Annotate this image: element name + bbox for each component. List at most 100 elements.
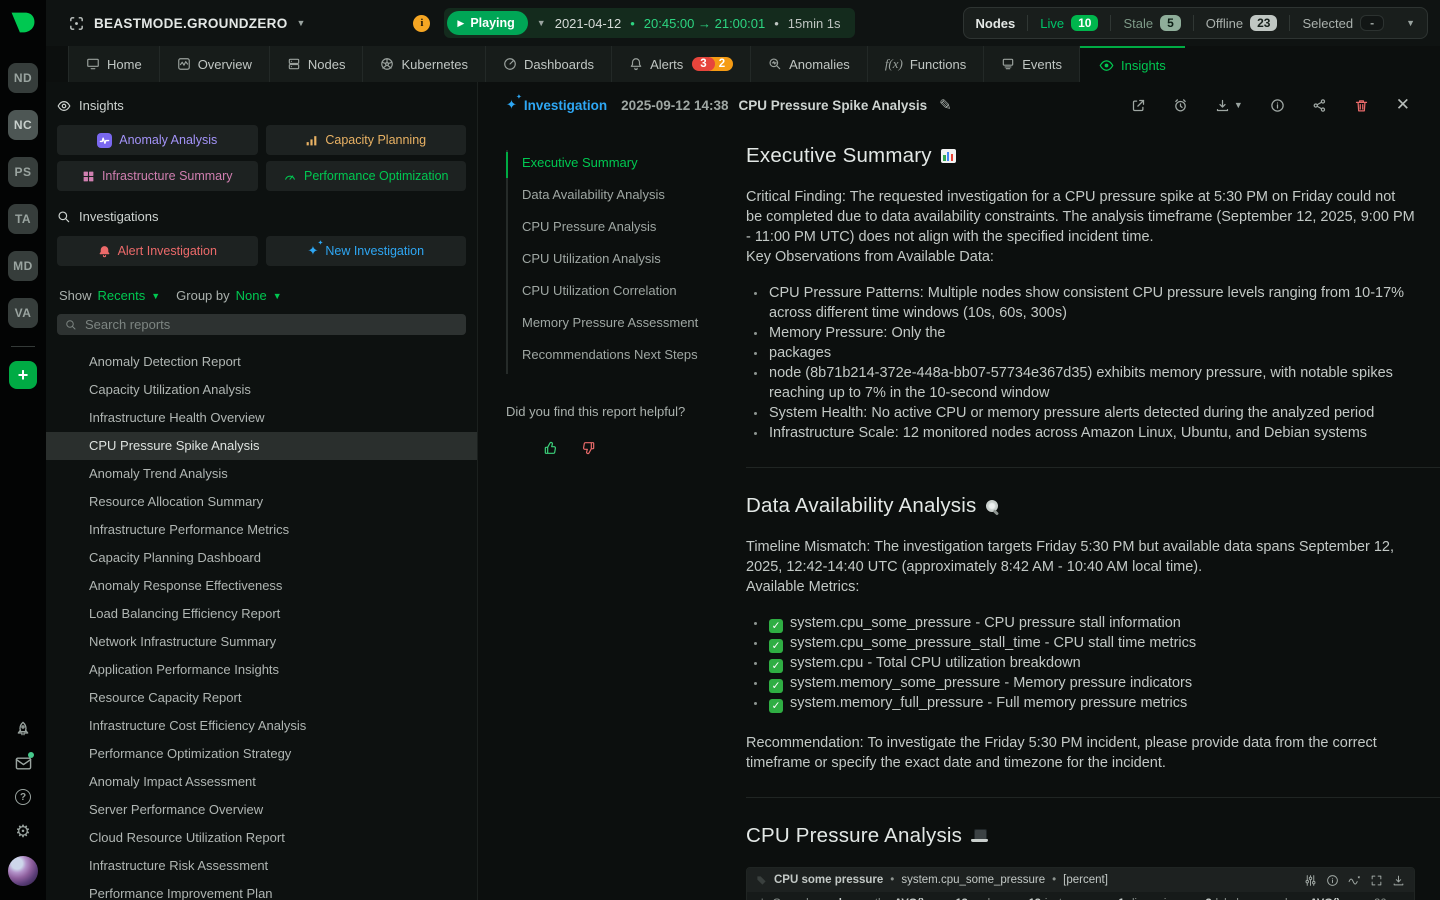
show-chevron-icon[interactable]: ▼ xyxy=(151,291,160,301)
netdata-logo[interactable] xyxy=(0,0,46,46)
help-icon[interactable]: ? xyxy=(14,788,32,806)
feedback-mail-icon[interactable] xyxy=(14,754,32,772)
add-workspace-button[interactable]: + xyxy=(9,361,37,389)
search-reports-box[interactable] xyxy=(57,314,466,335)
settings-gear-icon[interactable]: ⚙ xyxy=(14,822,32,840)
workspace-button[interactable]: NC xyxy=(8,110,38,140)
delete-trash-icon[interactable] xyxy=(1354,98,1369,113)
report-list-item[interactable]: Anomaly Response Effectiveness xyxy=(46,572,477,600)
cpu-pressure-heading: CPU Pressure Analysis xyxy=(746,824,1415,848)
workspace-button[interactable]: VA xyxy=(8,298,38,328)
capacity-planning-button[interactable]: Capacity Planning xyxy=(266,125,467,155)
performance-optimization-button[interactable]: Performance Optimization xyxy=(266,161,467,191)
nodes-chevron-icon[interactable]: ▼ xyxy=(1406,18,1415,28)
user-avatar[interactable] xyxy=(8,856,38,886)
thumbs-up-icon[interactable] xyxy=(543,439,559,457)
anomaly-analysis-button[interactable]: Anomaly Analysis xyxy=(57,125,258,155)
nodes-summary[interactable]: Nodes Live 10 Stale 5 Offline 23 Selecte… xyxy=(963,7,1429,39)
workspace-button[interactable]: PS xyxy=(8,157,38,187)
tab-anomalies[interactable]: Anomalies xyxy=(751,46,868,82)
info-icon[interactable] xyxy=(1270,98,1285,113)
dashboards-icon xyxy=(503,57,517,71)
share-icon[interactable] xyxy=(1312,98,1327,113)
report-list-item[interactable]: Infrastructure Cost Efficiency Analysis xyxy=(46,712,477,740)
show-value-dropdown[interactable]: Recents xyxy=(98,288,146,303)
nodes-summary-item[interactable]: Live 10 xyxy=(1027,15,1110,31)
tab-dashboards[interactable]: Dashboards xyxy=(486,46,612,82)
toc-item[interactable]: CPU Utilization Correlation xyxy=(508,278,746,310)
report-list-item[interactable]: Infrastructure Health Overview xyxy=(46,404,477,432)
report-list-item[interactable]: Resource Capacity Report xyxy=(46,684,477,712)
tab-nodes[interactable]: Nodes xyxy=(270,46,364,82)
toc-item[interactable]: Executive Summary xyxy=(508,150,746,182)
chart-info-icon[interactable] xyxy=(1326,874,1339,887)
investigations-magnifier-icon xyxy=(57,210,71,224)
toc-item[interactable]: Data Availability Analysis xyxy=(508,182,746,214)
group-by-value-dropdown[interactable]: None xyxy=(236,288,267,303)
rocket-icon[interactable] xyxy=(14,720,32,738)
tab-insights[interactable]: Insights xyxy=(1080,46,1185,82)
tab-kubernetes[interactable]: Kubernetes xyxy=(363,46,486,82)
infrastructure-summary-button[interactable]: Infrastructure Summary xyxy=(57,161,258,191)
report-list-item[interactable]: Infrastructure Performance Metrics xyxy=(46,516,477,544)
toc-item[interactable]: CPU Pressure Analysis xyxy=(508,214,746,246)
nodes-summary-title: Nodes xyxy=(976,16,1016,31)
report-list-item[interactable]: Cloud Resource Utilization Report xyxy=(46,824,477,852)
chart-download-icon[interactable] xyxy=(1392,874,1405,887)
section-divider xyxy=(746,467,1440,468)
tab-overview[interactable]: Overview xyxy=(160,46,270,82)
close-icon[interactable]: ✕ xyxy=(1396,95,1410,115)
thumbs-down-icon[interactable] xyxy=(580,439,596,457)
news-alert-icon[interactable]: i xyxy=(413,15,430,32)
cpu-pressure-chart[interactable]: CPU some pressure • system.cpu_some_pres… xyxy=(746,867,1415,900)
chart-anomalies-icon[interactable] xyxy=(1348,874,1361,887)
space-selector[interactable]: BEASTMODE.GROUNDZERO ▼ xyxy=(68,15,305,32)
nodes-summary-item[interactable]: Selected - xyxy=(1289,15,1396,31)
investigation-type-badge[interactable]: ✦ Investigation xyxy=(506,97,607,113)
report-list-item[interactable]: Infrastructure Risk Assessment xyxy=(46,852,477,880)
workspace-button[interactable]: ND xyxy=(8,63,38,93)
workspace-button[interactable]: TA xyxy=(8,204,38,234)
tab-functions[interactable]: f(x)Functions xyxy=(868,46,984,82)
group-by-chevron-icon[interactable]: ▼ xyxy=(273,291,282,301)
play-status-pill[interactable]: ▶ Playing xyxy=(447,11,527,35)
playback-control[interactable]: ▶ Playing ▼ 2021-04-12 • 20:45:00 → 21:0… xyxy=(444,8,854,38)
report-list-item[interactable]: Anomaly Trend Analysis xyxy=(46,460,477,488)
toc-item[interactable]: Recommendations Next Steps xyxy=(508,342,746,374)
toc-item[interactable]: Memory Pressure Assessment xyxy=(508,310,746,342)
report-list-item[interactable]: Resource Allocation Summary xyxy=(46,488,477,516)
playback-chevron-icon[interactable]: ▼ xyxy=(537,18,546,28)
report-list-item[interactable]: Capacity Utilization Analysis xyxy=(46,376,477,404)
nodes-summary-item[interactable]: Stale 5 xyxy=(1110,15,1192,31)
report-list-item[interactable]: Application Performance Insights xyxy=(46,656,477,684)
tab-events[interactable]: Events xyxy=(984,46,1080,82)
insights-section-label: Insights xyxy=(57,96,466,125)
download-chevron-icon: ▼ xyxy=(1234,100,1243,110)
report-list-item[interactable]: Performance Optimization Strategy xyxy=(46,740,477,768)
chart-fullscreen-icon[interactable] xyxy=(1370,874,1383,887)
tab-home[interactable]: Home xyxy=(68,46,160,82)
report-list-item[interactable]: Server Performance Overview xyxy=(46,796,477,824)
report-list-item[interactable]: Anomaly Detection Report xyxy=(46,348,477,376)
toc-item[interactable]: CPU Utilization Analysis xyxy=(508,246,746,278)
alert-investigation-button[interactable]: Alert Investigation xyxy=(57,236,258,266)
report-list-item[interactable]: Capacity Planning Dashboard xyxy=(46,544,477,572)
chart-filters-icon[interactable] xyxy=(1304,874,1317,887)
report-list-item[interactable]: Performance Improvement Plan xyxy=(46,880,477,900)
report-list-item[interactable]: Network Infrastructure Summary xyxy=(46,628,477,656)
report-list-item[interactable]: CPU Pressure Spike Analysis xyxy=(46,432,477,460)
tab-alerts[interactable]: Alerts 3 2 xyxy=(612,46,751,82)
exec-bullet: packages xyxy=(767,343,1415,363)
report-list-item[interactable]: Load Balancing Efficiency Report xyxy=(46,600,477,628)
edit-title-icon[interactable]: ✎ xyxy=(939,96,952,114)
new-investigation-button[interactable]: ✦ New Investigation xyxy=(266,236,467,266)
workspace-button[interactable]: MD xyxy=(8,251,38,281)
download-menu[interactable]: ▼ xyxy=(1215,98,1243,113)
nodes-summary-item[interactable]: Offline 23 xyxy=(1193,15,1290,31)
report-list-item[interactable]: Anomaly Impact Assessment xyxy=(46,768,477,796)
open-external-icon[interactable] xyxy=(1131,98,1146,113)
schedule-alarm-icon[interactable] xyxy=(1173,98,1188,113)
search-reports-input[interactable] xyxy=(85,317,458,332)
bar-chart-icon xyxy=(305,134,318,147)
check-icon: ✓ xyxy=(769,639,783,653)
